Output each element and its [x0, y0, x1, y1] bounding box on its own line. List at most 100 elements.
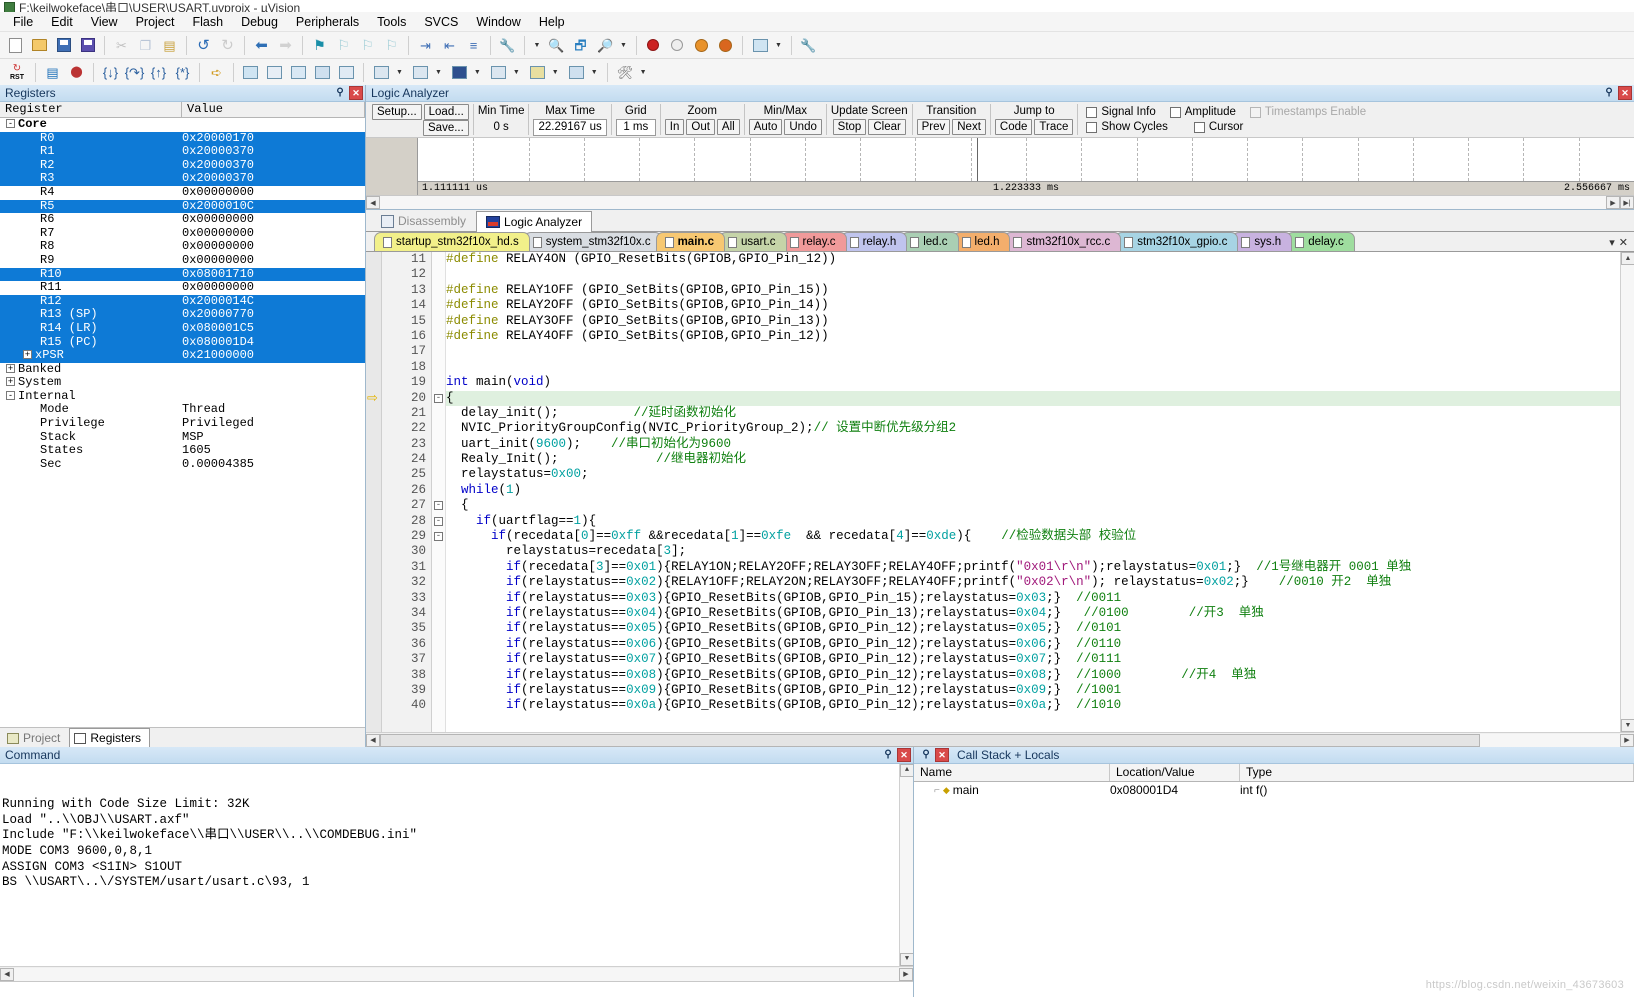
code-line[interactable]: NVIC_PriorityGroupConfig(NVIC_PriorityGr… — [446, 421, 1634, 436]
reset-cpu-icon[interactable]: ↻ RST — [4, 61, 30, 84]
show-next-statement-icon[interactable]: ➪ — [205, 61, 228, 84]
editor-code-area[interactable]: #define RELAY4ON (GPIO_ResetBits(GPIOB,G… — [446, 252, 1634, 732]
bookmark-prev-icon[interactable]: ⚐ — [332, 34, 355, 57]
register-value[interactable]: 0x20000770 — [182, 308, 365, 322]
save-icon[interactable] — [52, 34, 75, 57]
command-input[interactable] — [0, 981, 913, 997]
menu-item-debug[interactable]: Debug — [232, 13, 287, 31]
register-row[interactable]: R8 0x00000000 — [0, 240, 365, 254]
register-value[interactable]: 0x00000000 — [182, 254, 365, 268]
la-minmax-auto-button[interactable]: Auto — [748, 119, 783, 135]
chevron-down-icon[interactable]: ▼ — [772, 42, 785, 49]
symbols-window-icon[interactable] — [287, 61, 310, 84]
la-jumpto-code-button[interactable]: Code — [994, 119, 1033, 135]
memory-windows-split-button[interactable]: ▼ — [408, 60, 446, 85]
bookmark-clear-icon[interactable]: ⚐ — [380, 34, 403, 57]
checkbox-icon[interactable] — [1169, 106, 1181, 118]
code-line[interactable]: if(relaystatus==0x07){GPIO_ResetBits(GPI… — [446, 652, 1634, 667]
register-row[interactable]: States 1605 — [0, 444, 365, 458]
la-show-cycles-checkbox-row[interactable]: Show Cycles — [1086, 120, 1168, 135]
la-update-clear-button[interactable]: Clear — [868, 119, 906, 135]
file-tab[interactable]: main.c — [655, 232, 726, 251]
step-over-icon[interactable]: {↷} — [123, 61, 146, 84]
register-value[interactable]: 0x080001C5 — [182, 322, 365, 336]
la-scroll-track[interactable] — [380, 196, 1606, 209]
register-row[interactable]: Stack MSP — [0, 431, 365, 445]
call-stack-tree[interactable]: ⌐ ◆ main 0x080001D4 int f() — [914, 782, 1634, 997]
register-row[interactable]: R7 0x00000000 — [0, 227, 365, 241]
scroll-left-icon[interactable]: ◀ — [366, 733, 380, 747]
find-in-files-icon[interactable]: 🔍 — [545, 34, 568, 57]
file-tab[interactable]: relay.c — [780, 232, 847, 251]
code-line[interactable]: uart_init(9600); //串口初始化为9600 — [446, 437, 1634, 452]
code-line[interactable]: if(uartflag==1){ — [446, 514, 1634, 529]
insert-breakpoint-icon[interactable] — [642, 34, 665, 57]
register-value[interactable] — [182, 118, 365, 132]
file-tab[interactable]: sys.h — [1232, 232, 1293, 251]
chevron-down-icon[interactable]: ▼ — [637, 69, 650, 76]
register-value[interactable]: 0x00000000 — [182, 281, 365, 295]
column-header-value[interactable]: Value — [182, 102, 365, 117]
pin-icon[interactable]: ⚲ — [919, 748, 933, 762]
run-to-cursor-icon[interactable]: {*} — [171, 61, 194, 84]
memory-windows-icon[interactable] — [409, 61, 432, 84]
configure-target-icon[interactable]: 🔧 — [797, 34, 820, 57]
scroll-left-icon[interactable]: ◀ — [366, 196, 380, 209]
kill-all-breakpoints-icon[interactable] — [714, 34, 737, 57]
column-header-type[interactable]: Type — [1240, 764, 1634, 781]
command-vscroll-track[interactable] — [900, 777, 913, 953]
system-viewer-split-button[interactable]: ▼ — [564, 60, 602, 85]
call-stack-window-icon[interactable] — [335, 61, 358, 84]
la-load-button[interactable]: Load... — [423, 103, 469, 120]
serial-windows-icon[interactable] — [448, 61, 471, 84]
scroll-right-icon[interactable]: ▶ — [1620, 733, 1634, 747]
code-line[interactable]: if(recedata[0]==0xff &&recedata[1]==0xfe… — [446, 529, 1634, 544]
pin-icon[interactable]: ⚲ — [1602, 86, 1616, 100]
editor-vertical-scrollbar[interactable]: ▲ ▼ — [1620, 252, 1634, 732]
register-value[interactable]: 0x2000014C — [182, 295, 365, 309]
code-line[interactable]: #define RELAY2OFF (GPIO_SetBits(GPIOB,GP… — [446, 298, 1634, 313]
menu-item-view[interactable]: View — [82, 13, 127, 31]
code-line[interactable]: { — [446, 498, 1634, 513]
chevron-down-icon[interactable]: ▼ — [432, 69, 445, 76]
la-signal-list[interactable] — [366, 138, 418, 195]
close-icon[interactable]: ✕ — [897, 748, 911, 762]
tab-close-icon[interactable]: ✕ — [1619, 236, 1628, 249]
la-max-time-value[interactable]: 22.29167 us — [533, 118, 607, 136]
chevron-down-icon[interactable]: ▼ — [549, 69, 562, 76]
register-value[interactable] — [182, 376, 365, 390]
stop-icon[interactable]: ⬤ — [65, 61, 88, 84]
disable-all-breakpoints-icon[interactable] — [690, 34, 713, 57]
checkbox-icon[interactable] — [1193, 121, 1205, 133]
comment-icon[interactable]: ≡ — [462, 34, 485, 57]
command-vertical-scrollbar[interactable]: ▲ ▼ — [899, 764, 913, 966]
code-line[interactable]: relaystatus=0x00; — [446, 467, 1634, 482]
register-row[interactable]: R11 0x00000000 — [0, 281, 365, 295]
la-transition-prev-button[interactable]: Prev — [916, 119, 951, 135]
pin-icon[interactable]: ⚲ — [333, 86, 347, 100]
fold-toggle-icon[interactable]: - — [432, 498, 445, 513]
menu-item-file[interactable]: File — [4, 13, 42, 31]
collapse-icon[interactable]: - — [6, 390, 15, 400]
la-min-time-value[interactable]: 0 s — [478, 119, 525, 136]
menu-item-flash[interactable]: Flash — [183, 13, 232, 31]
paste-icon[interactable]: ▤ — [158, 34, 181, 57]
menu-item-edit[interactable]: Edit — [42, 13, 82, 31]
register-value[interactable]: 0x00000000 — [182, 213, 365, 227]
disassembly-window-icon[interactable] — [263, 61, 286, 84]
bookmark-toggle-icon[interactable]: ⚑ — [308, 34, 331, 57]
register-row[interactable]: R9 0x00000000 — [0, 254, 365, 268]
register-value[interactable]: 0x2000010C — [182, 200, 365, 214]
menu-item-help[interactable]: Help — [530, 13, 574, 31]
register-row[interactable]: - Core — [0, 118, 365, 132]
column-header-register[interactable]: Register — [0, 102, 182, 117]
code-line[interactable] — [446, 267, 1634, 282]
analysis-windows-split-button[interactable]: ▼ — [486, 60, 524, 85]
chevron-down-icon[interactable]: ▼ — [588, 69, 601, 76]
watch-windows-split-button[interactable]: ▼ — [369, 60, 407, 85]
register-value[interactable]: 0x20000170 — [182, 132, 365, 146]
indent-icon[interactable]: ⇥ — [414, 34, 437, 57]
editor-fold-margin[interactable]: ---- — [432, 252, 446, 732]
la-jumpto-trace-button[interactable]: Trace — [1034, 119, 1074, 135]
pin-icon[interactable]: ⚲ — [881, 748, 895, 762]
